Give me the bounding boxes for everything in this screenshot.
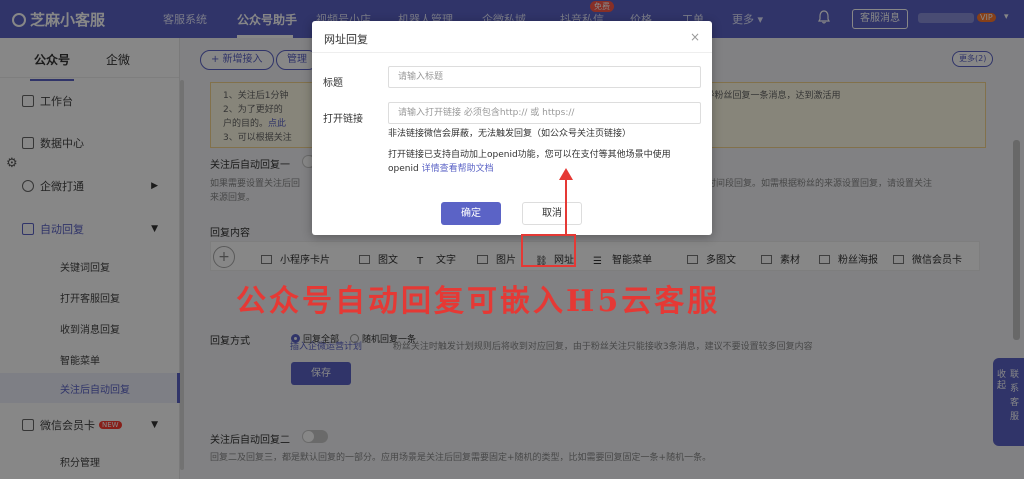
url-reply-dialog: 网址回复 × 标题 请输入标题 打开链接 请输入打开链接 必须包含http://… — [312, 21, 712, 235]
link-input[interactable]: 请输入打开链接 必须包含http:// 或 https:// — [388, 102, 701, 124]
help-doc-link[interactable]: 详情查看帮助文档 — [422, 164, 494, 174]
illegal-link-note: 非法链接微信会屏蔽，无法触发回复（如公众号关注页链接） — [388, 129, 632, 139]
openid-note: 打开链接已支持自动加上openid功能，您可以在支付等其他场景中使用 openi… — [388, 150, 671, 174]
cancel-button[interactable]: 取消 — [522, 202, 582, 225]
confirm-button[interactable]: 确定 — [441, 202, 501, 225]
annotation-caption: 公众号自动回复可嵌入H5云客服 — [236, 284, 721, 319]
link-field-label: 打开链接 — [323, 114, 363, 125]
title-input[interactable]: 请输入标题 — [388, 66, 701, 88]
annotation-arrow-line — [565, 178, 567, 235]
dialog-header: 网址回复 × — [312, 21, 712, 53]
title-field-label: 标题 — [323, 78, 343, 89]
close-icon[interactable]: × — [690, 30, 700, 44]
annotation-arrow-icon — [559, 168, 573, 180]
url-tool-highlight — [521, 234, 576, 267]
dialog-title: 网址回复 — [324, 33, 368, 46]
